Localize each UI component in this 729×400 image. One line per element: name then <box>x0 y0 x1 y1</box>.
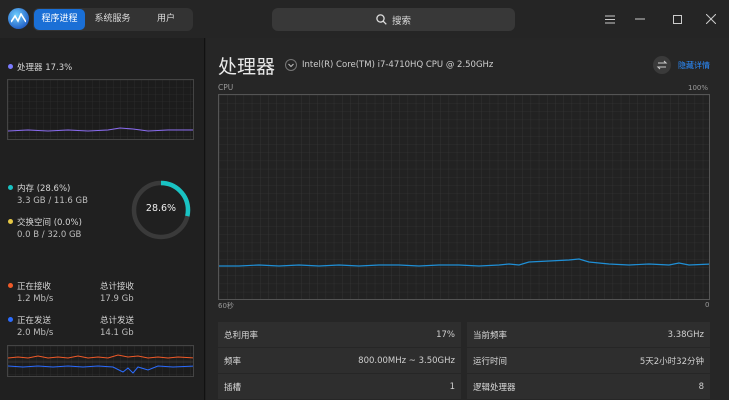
cpu-model-name: Intel(R) Core(TM) i7-4710HQ CPU @ 2.50GH… <box>302 60 494 70</box>
memory-detail: 3.3 GB / 11.6 GB <box>17 196 88 206</box>
close-icon[interactable] <box>702 10 720 28</box>
swap-legend-dot <box>8 219 13 224</box>
page-title: 处理器 <box>218 56 276 78</box>
swap-summary[interactable]: 交换空间 (0.0%) <box>8 216 82 228</box>
cpu-detail-panel: 处理器 Intel(R) Core(TM) i7-4710HQ CPU @ 2.… <box>206 38 729 400</box>
tab-services[interactable]: 系统服务 <box>85 9 140 30</box>
app-logo-icon <box>8 8 29 29</box>
cpu-selector-chevron-icon[interactable] <box>285 59 297 71</box>
total-sent-value: 14.1 Gb <box>100 328 134 338</box>
memory-summary[interactable]: 内存 (28.6%) <box>8 182 70 194</box>
cpu-summary[interactable]: 处理器 17.3% <box>8 61 72 73</box>
graph-label: CPU <box>218 83 234 92</box>
stat-value: 5天2小时32分钟 <box>639 356 704 367</box>
graph-min-label: 0 <box>705 301 710 309</box>
swap-arrows-icon <box>656 60 668 70</box>
receiving-value: 1.2 Mb/s <box>17 294 54 304</box>
overview-sidebar: 处理器 17.3% 内存 (28.6%) 3.3 GB / 11.6 GB 交换… <box>0 38 205 400</box>
stat-key: 频率 <box>224 356 242 367</box>
stat-value: 8 <box>698 381 704 392</box>
cpu-usage-graph <box>218 94 710 300</box>
hide-details-link[interactable]: 隐藏详情 <box>678 60 710 71</box>
sending-value: 2.0 Mb/s <box>17 328 54 338</box>
stat-value: 1 <box>449 381 455 392</box>
minimize-icon[interactable] <box>631 10 649 28</box>
tab-bar: 程序进程 系统服务 用户 <box>33 8 193 31</box>
send-legend-dot <box>8 317 13 322</box>
tab-processes[interactable]: 程序进程 <box>34 9 85 30</box>
sending-label: 正在发送 <box>17 316 52 326</box>
total-sent-label: 总计发送 <box>100 316 135 326</box>
total-received-value: 17.9 Gb <box>100 294 134 304</box>
stat-key: 当前频率 <box>473 330 508 341</box>
search-icon <box>376 14 387 25</box>
title-bar: 程序进程 系统服务 用户 搜索 <box>0 0 729 38</box>
stat-key: 运行时间 <box>473 356 508 367</box>
cpu-mini-graph <box>7 79 194 140</box>
stat-value: 3.38GHz <box>667 329 704 340</box>
cpu-summary-label: 处理器 17.3% <box>17 63 73 73</box>
stat-value: 800.00MHz ~ 3.50GHz <box>358 355 455 366</box>
menu-icon[interactable] <box>601 10 619 28</box>
stat-row: 频率 800.00MHz ~ 3.50GHz <box>218 348 461 373</box>
stat-row: 当前频率 3.38GHz <box>467 322 710 347</box>
tab-users[interactable]: 用户 <box>140 9 192 30</box>
stat-key: 逻辑处理器 <box>473 382 516 393</box>
memory-usage-ring: 28.6% <box>130 179 192 241</box>
stat-key: 总利用率 <box>224 330 259 341</box>
receiving-label: 正在接收 <box>17 282 52 292</box>
network-sending: 正在发送 <box>8 314 51 326</box>
stat-row: 运行时间 5天2小时32分钟 <box>467 348 710 373</box>
graph-time-label: 60秒 <box>218 302 234 310</box>
network-mini-graph <box>7 345 194 377</box>
stat-row: 总利用率 17% <box>218 322 461 347</box>
search-input[interactable]: 搜索 <box>272 8 515 31</box>
graph-max-label: 100% <box>688 84 709 92</box>
search-label: 搜索 <box>391 15 411 27</box>
memory-legend-dot <box>8 185 13 190</box>
memory-label: 内存 (28.6%) <box>17 184 71 194</box>
switch-view-button[interactable] <box>653 56 671 74</box>
swap-detail: 0.0 B / 32.0 GB <box>17 230 82 240</box>
maximize-icon[interactable] <box>668 10 686 28</box>
swap-label: 交换空间 (0.0%) <box>17 218 82 228</box>
cpu-stats-table: 总利用率 17% 当前频率 3.38GHz 频率 800.00MHz ~ 3.5… <box>218 322 710 400</box>
stat-row: 逻辑处理器 8 <box>467 374 710 399</box>
cpu-legend-dot <box>8 64 13 69</box>
stat-key: 插槽 <box>224 382 242 393</box>
memory-ring-label: 28.6% <box>145 203 177 214</box>
network-receiving: 正在接收 <box>8 280 51 292</box>
stat-row: 插槽 1 <box>218 374 461 399</box>
total-received-label: 总计接收 <box>100 282 135 292</box>
receive-legend-dot <box>8 283 13 288</box>
stat-value: 17% <box>436 329 455 340</box>
